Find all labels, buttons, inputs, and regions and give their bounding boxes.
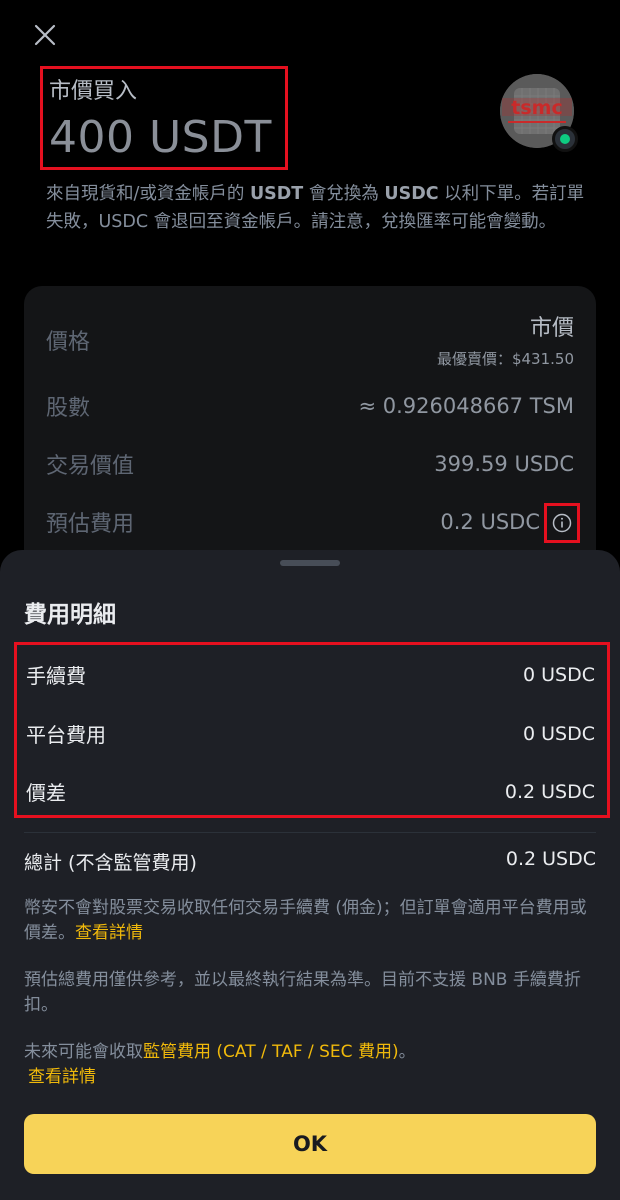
trade-value-row: 交易價值 399.59 USDC: [46, 448, 574, 480]
fee-row: 手續費 0 USDC: [26, 660, 595, 689]
view-details-link[interactable]: 查看詳情: [28, 1067, 96, 1087]
price-label: 價格: [46, 329, 91, 355]
fee-detail-sheet: 費用明細 手續費 0 USDC 平台費用 0 USDC 價差 0.2 USDC …: [0, 550, 620, 1200]
sheet-title: 費用明細: [24, 602, 116, 628]
fee-breakdown: 手續費 0 USDC 平台費用 0 USDC 價差 0.2 USDC: [14, 642, 610, 818]
divider: [24, 832, 596, 833]
market-open-badge: [552, 126, 578, 152]
order-details-card: 價格 市價 最優賣價：$431.50 股數 ≈ 0.926048667 TSM …: [24, 286, 596, 586]
estimated-fee-row: 預估費用 0.2 USDC: [46, 506, 540, 538]
fee-row-value: 0 USDC: [523, 722, 595, 745]
price-value: 市價: [529, 316, 574, 341]
close-button[interactable]: [26, 16, 64, 54]
fee-row-label: 手續費: [26, 664, 86, 688]
estimate-note: 預估總費用僅供參考，並以最終執行結果為準。目前不支援 BNB 手續費折扣。: [24, 970, 581, 1015]
shares-row: 股數 ≈ 0.926048667 TSM: [46, 390, 574, 422]
fee-row-value: 0 USDC: [523, 663, 595, 686]
order-summary-header: 市價買入 400 USDT: [40, 66, 288, 170]
total-value: 0.2 USDC: [505, 848, 596, 870]
regulatory-fee-note: 未來可能會收取監管費用 (CAT / TAF / SEC 費用)。 查看詳情: [24, 1042, 416, 1087]
total-label: 總計 (不含監管費用): [24, 852, 197, 874]
regulatory-fee-link[interactable]: 監管費用 (CAT / TAF / SEC 費用): [143, 1042, 399, 1062]
trade-value-label: 交易價值: [46, 454, 135, 479]
ok-button[interactable]: OK: [24, 1114, 596, 1174]
price-row: 價格 市價 最優賣價：$431.50: [46, 310, 574, 369]
sheet-drag-handle[interactable]: [280, 560, 340, 566]
trade-value: 399.59 USDC: [434, 452, 574, 476]
fee-row-value: 0.2 USDC: [504, 780, 595, 803]
commission-note: 幣安不會對股票交易收取任何交易手續費 (佣金)；但訂單會適用平台費用或價差。查看…: [24, 898, 587, 943]
fee-row-label: 價差: [26, 781, 66, 805]
shares-label: 股數: [46, 396, 91, 421]
fee-row: 價差 0.2 USDC: [26, 777, 595, 806]
close-icon: [34, 24, 56, 46]
total-row: 總計 (不含監管費用) 0.2 USDC: [24, 848, 596, 875]
estimated-fee-label: 預估費用: [46, 512, 135, 537]
fee-row-label: 平台費用: [26, 723, 106, 747]
fee-info-button[interactable]: [544, 503, 580, 543]
fee-row: 平台費用 0 USDC: [26, 719, 595, 748]
order-type-label: 市價買入: [49, 79, 138, 104]
status-dot-icon: [560, 134, 570, 144]
view-details-link[interactable]: 查看詳情: [75, 923, 143, 943]
info-icon: [552, 513, 572, 533]
shares-value: ≈ 0.926048667 TSM: [358, 394, 574, 418]
estimated-fee-value: 0.2 USDC: [440, 510, 540, 534]
order-amount: 400 USDT: [49, 112, 272, 163]
best-ask-price: 最優賣價：$431.50: [436, 350, 574, 368]
conversion-notice: 來自現貨和/或資金帳戶的 USDT 會兌換為 USDC 以利下單。若訂單失敗，U…: [46, 184, 585, 232]
stock-logo-text: tsmc: [511, 97, 562, 119]
